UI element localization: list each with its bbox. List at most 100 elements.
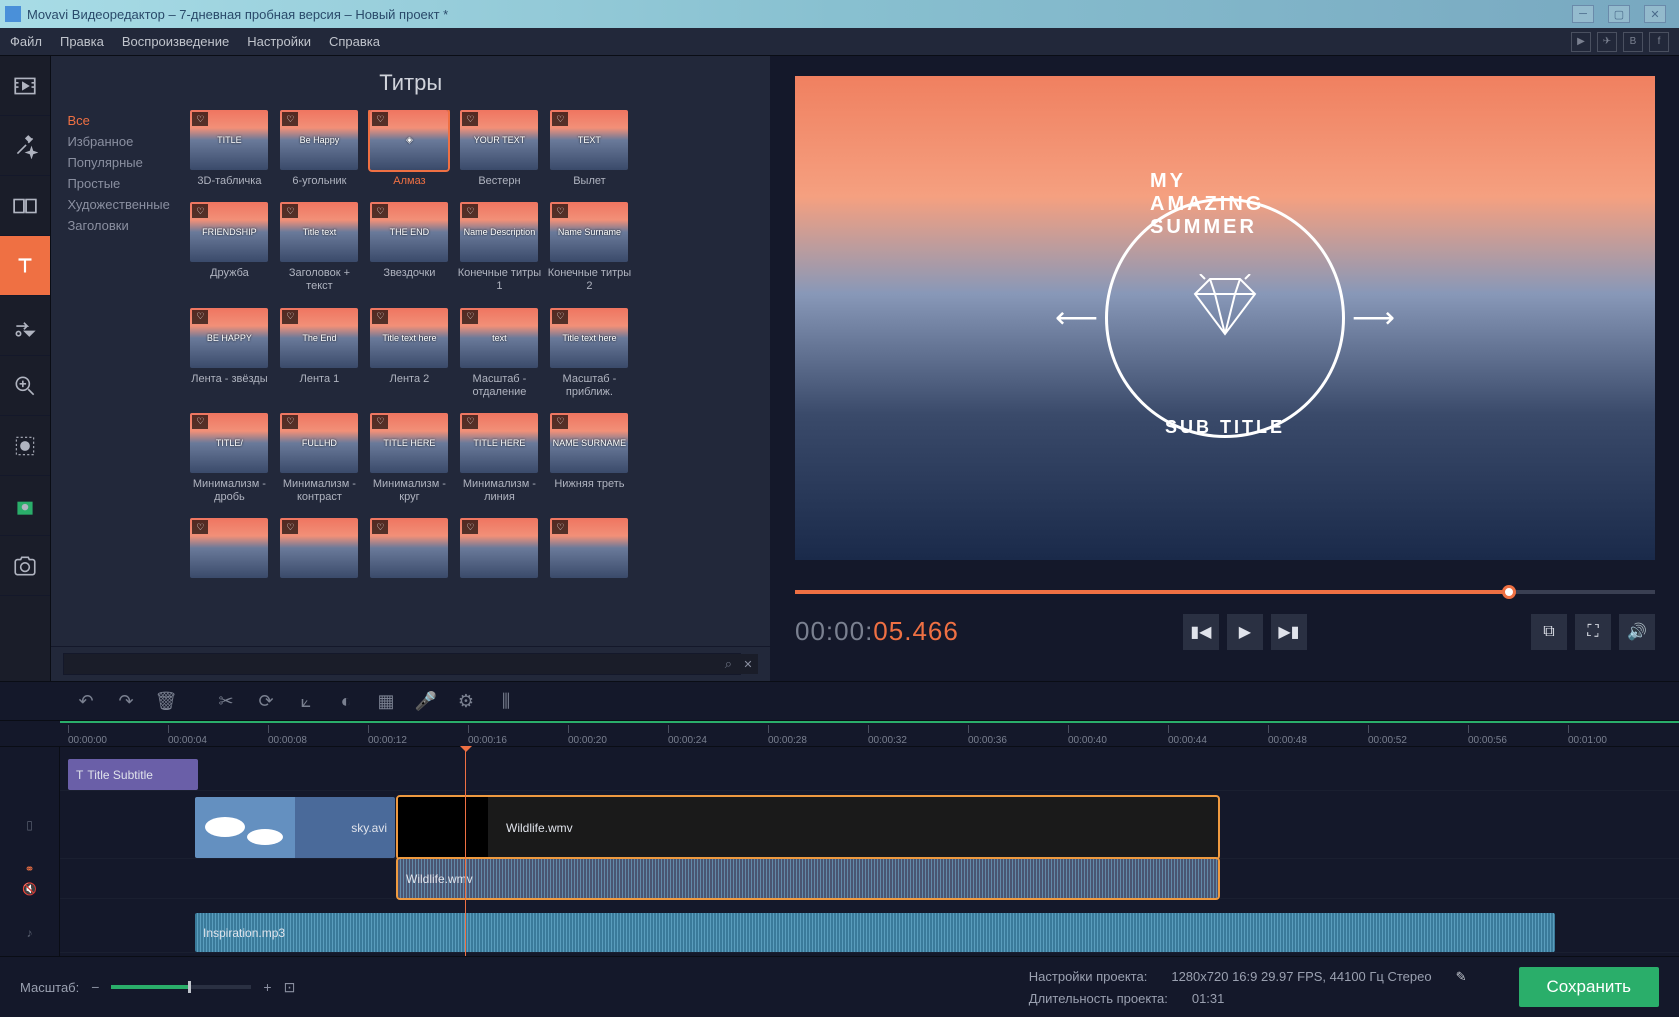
favorite-icon[interactable]: ♡	[552, 310, 568, 324]
cat-all[interactable]: Все	[67, 110, 171, 131]
fullscreen-button[interactable]: ⛶	[1575, 614, 1611, 650]
favorite-icon[interactable]: ♡	[282, 520, 298, 534]
favorite-icon[interactable]: ♡	[192, 310, 208, 324]
favorite-icon[interactable]: ♡	[192, 415, 208, 429]
menu-settings[interactable]: Настройки	[247, 34, 311, 49]
favorite-icon[interactable]: ♡	[552, 204, 568, 218]
next-frame-button[interactable]: ▶▮	[1271, 614, 1307, 650]
title-preset[interactable]: ♡YOUR TEXTВестерн	[457, 110, 541, 188]
clip-sky[interactable]: sky.avi	[195, 797, 395, 858]
record-audio-button[interactable]: 🎤	[408, 683, 444, 719]
title-track[interactable]: TTitle Subtitle	[60, 759, 1679, 791]
zoom-out-button[interactable]: −	[91, 979, 99, 995]
favorite-icon[interactable]: ♡	[372, 415, 388, 429]
favorite-icon[interactable]: ♡	[192, 112, 208, 126]
title-preset[interactable]: ♡TITLE/Минимализм - дробь	[187, 413, 271, 504]
menu-help[interactable]: Справка	[329, 34, 380, 49]
title-preset[interactable]: ♡Be Happy6-угольник	[277, 110, 361, 188]
preview-viewport[interactable]: MY AMAZING SUMMER ⟵ ⟶ SUB TITLE	[795, 76, 1655, 560]
youtube-icon[interactable]: ▶	[1571, 32, 1591, 52]
playhead[interactable]	[465, 747, 466, 956]
preview-scrubber[interactable]	[795, 590, 1655, 594]
equalizer-button[interactable]: ⫼	[488, 683, 524, 719]
title-preset[interactable]: ♡FULLHDМинимализм - контраст	[277, 413, 361, 504]
title-preset[interactable]: ♡Name DescriptionКонечные титры 1	[457, 202, 541, 293]
title-preset[interactable]: ♡	[187, 518, 271, 583]
rotate-button[interactable]: ⟳	[248, 683, 284, 719]
tool-filters[interactable]	[0, 116, 50, 176]
favorite-icon[interactable]: ♡	[192, 520, 208, 534]
title-preset[interactable]: ♡The EndЛента 1	[277, 308, 361, 399]
title-preset[interactable]: ♡TEXTВылет	[547, 110, 631, 188]
title-preset[interactable]: ♡	[457, 518, 541, 583]
title-preset[interactable]: ♡Title textЗаголовок + текст	[277, 202, 361, 293]
color-adjust-button[interactable]: ◐	[328, 683, 364, 719]
save-button[interactable]: Сохранить	[1519, 967, 1659, 1007]
cat-headers[interactable]: Заголовки	[67, 215, 171, 236]
prev-frame-button[interactable]: ▮◀	[1183, 614, 1219, 650]
search-input[interactable]	[63, 653, 740, 675]
tool-zoom[interactable]	[0, 356, 50, 416]
clear-search-button[interactable]: ✕	[738, 654, 758, 674]
timeline[interactable]: ▯ ⚭ 🔇 ♪ TTitle Subtitle sky.avi Wildlife…	[0, 747, 1679, 957]
cat-artistic[interactable]: Художественные	[67, 194, 171, 215]
title-preset[interactable]: ♡Title text hereЛента 2	[367, 308, 451, 399]
video-track[interactable]: sky.avi Wildlife.wmv	[60, 797, 1679, 859]
tool-stickers[interactable]	[0, 296, 50, 356]
timeline-ruler[interactable]: 00:00:0000:00:0400:00:0800:00:1200:00:16…	[0, 721, 1679, 747]
redo-button[interactable]: ↷	[108, 683, 144, 719]
undo-button[interactable]: ↶	[68, 683, 104, 719]
clip-properties-button[interactable]: ⚙	[448, 683, 484, 719]
favorite-icon[interactable]: ♡	[282, 310, 298, 324]
mute-track-icon[interactable]: 🔇	[0, 879, 59, 899]
favorite-icon[interactable]: ♡	[552, 112, 568, 126]
linked-audio-track[interactable]: Wildlife.wmv	[60, 859, 1679, 899]
tool-media[interactable]	[0, 56, 50, 116]
link-track-icon[interactable]: ⚭	[0, 859, 59, 879]
volume-button[interactable]: 🔊	[1619, 614, 1655, 650]
tool-transitions[interactable]	[0, 176, 50, 236]
tool-chroma[interactable]	[0, 476, 50, 536]
title-preset[interactable]: ♡TITLE HEREМинимализм - круг	[367, 413, 451, 504]
title-preset[interactable]: ♡TITLE HEREМинимализм - линия	[457, 413, 541, 504]
favorite-icon[interactable]: ♡	[282, 204, 298, 218]
titles-grid-scroll[interactable]: ‹ ♡TITLE3D-табличка♡Be Happy6-угольник♡◈…	[181, 110, 770, 646]
menu-playback[interactable]: Воспроизведение	[122, 34, 229, 49]
title-preset[interactable]: ♡FRIENDSHIPДружба	[187, 202, 271, 293]
cat-favorites[interactable]: Избранное	[67, 131, 171, 152]
zoom-fit-button[interactable]: ⊡	[284, 979, 296, 996]
title-preset[interactable]: ♡Name SurnameКонечные титры 2	[547, 202, 631, 293]
favorite-icon[interactable]: ♡	[282, 415, 298, 429]
title-preset[interactable]: ♡NAME SURNAMEНижняя треть	[547, 413, 631, 504]
zoom-in-button[interactable]: +	[263, 979, 271, 995]
favorite-icon[interactable]: ♡	[462, 310, 478, 324]
clip-wildlife-video[interactable]: Wildlife.wmv	[398, 797, 1218, 858]
title-preset[interactable]: ♡BE HAPPYЛента - звёзды	[187, 308, 271, 399]
title-preset[interactable]: ♡◈Алмаз	[367, 110, 451, 188]
video-track-icon[interactable]: ▯	[0, 791, 59, 859]
play-button[interactable]: ▶	[1227, 614, 1263, 650]
scrubber-knob[interactable]	[1502, 585, 1516, 599]
split-button[interactable]: ✂	[208, 683, 244, 719]
delete-button[interactable]: 🗑	[148, 683, 184, 719]
detach-preview-button[interactable]: ⧉	[1531, 614, 1567, 650]
crop-button[interactable]: ⟀	[288, 683, 324, 719]
title-preset[interactable]: ♡textМасштаб - отдаление	[457, 308, 541, 399]
zoom-slider[interactable]	[111, 985, 251, 989]
tool-titles[interactable]	[0, 236, 50, 296]
favorite-icon[interactable]: ♡	[462, 415, 478, 429]
wizard-button[interactable]: ▦	[368, 683, 404, 719]
title-clip[interactable]: TTitle Subtitle	[68, 759, 198, 790]
vk-icon[interactable]: B	[1623, 32, 1643, 52]
favorite-icon[interactable]: ♡	[372, 204, 388, 218]
clip-inspiration[interactable]: Inspiration.mp3	[195, 913, 1555, 952]
facebook-icon[interactable]: f	[1649, 32, 1669, 52]
share-icon[interactable]: ✈	[1597, 32, 1617, 52]
title-preset[interactable]: ♡THE ENDЗвездочки	[367, 202, 451, 293]
title-preset[interactable]: ♡	[547, 518, 631, 583]
edit-settings-button[interactable]: ✎	[1456, 969, 1467, 985]
close-button[interactable]: ✕	[1644, 5, 1666, 23]
minimize-button[interactable]: ─	[1572, 5, 1594, 23]
favorite-icon[interactable]: ♡	[372, 520, 388, 534]
menu-edit[interactable]: Правка	[60, 34, 104, 49]
